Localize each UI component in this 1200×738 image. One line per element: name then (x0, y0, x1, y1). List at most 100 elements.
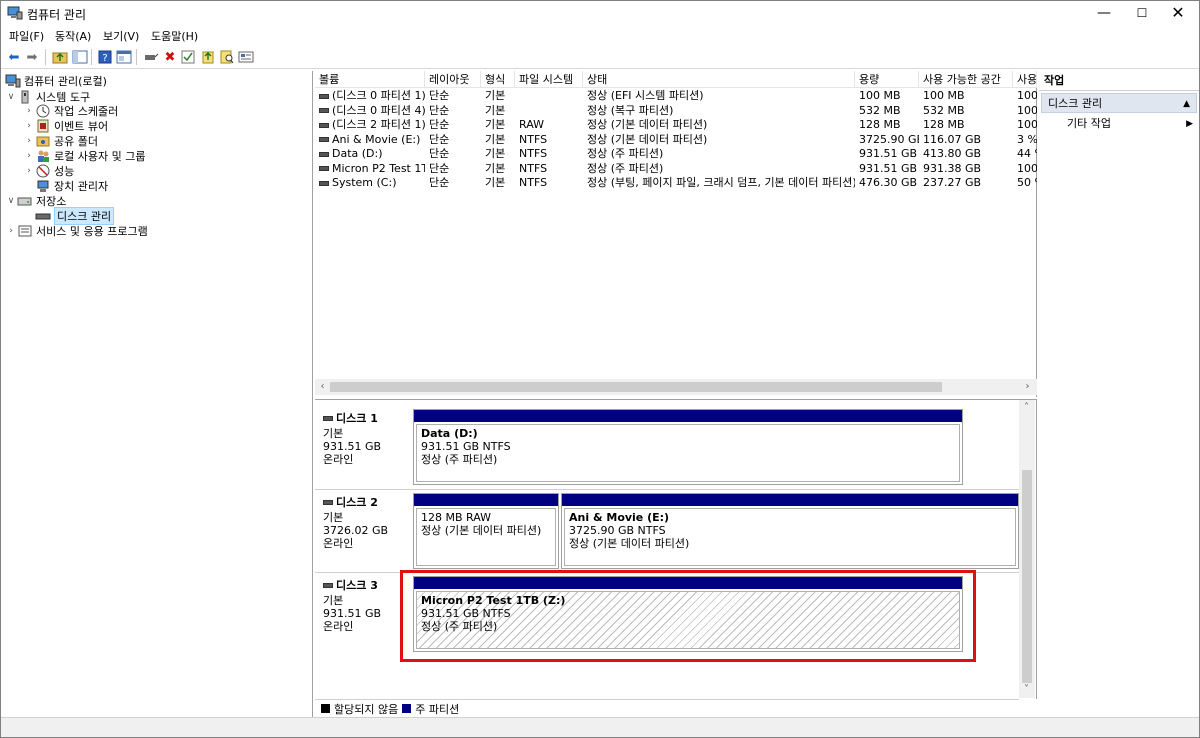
actions-more-label: 기타 작업 (1067, 117, 1111, 130)
cell-volume: (디스크 2 파티션 1) (315, 118, 425, 132)
actions-more[interactable]: 기타 작업 ▶ (1039, 115, 1199, 133)
tree-item-services[interactable]: › 서비스 및 응용 프로그램 (5, 223, 148, 239)
clock-icon (35, 104, 51, 118)
table-row[interactable]: System (C:) 단순 기본 NTFS 정상 (부팅, 페이지 파일, 크래시 덤… (315, 176, 1037, 190)
submenu-arrow-icon: ▶ (1186, 119, 1193, 129)
forward-arrow-icon[interactable]: ➡ (23, 48, 41, 66)
scrollbar-thumb[interactable] (330, 382, 942, 392)
column-header-filesystem[interactable]: 파일 시스템 (515, 71, 583, 88)
computer-management-icon (5, 74, 21, 88)
cell-layout: 단순 (429, 176, 450, 189)
export-icon[interactable] (199, 48, 217, 66)
cell-layout: 단순 (429, 161, 450, 175)
table-row[interactable]: (디스크 0 파티션 4) 단순 기본 정상 (복구 파티션) 532 MB 532 MB… (315, 104, 1037, 118)
scroll-up-icon[interactable]: ˄ (1019, 400, 1034, 416)
chevron-down-icon[interactable]: ∨ (5, 92, 17, 102)
back-arrow-icon[interactable]: ⬅ (5, 48, 23, 66)
disk-row-1[interactable]: 디스크 1 기본 931.51 GB 온라인 Data (D:) 931.51 … (315, 406, 1021, 488)
tree-item-root[interactable]: 컴퓨터 관리(로컬) (5, 73, 107, 89)
column-header-volume[interactable]: 볼륨 (315, 71, 425, 88)
storage-icon (17, 194, 33, 208)
chevron-right-icon[interactable]: › (23, 106, 35, 116)
chevron-right-icon[interactable]: › (23, 151, 35, 161)
cell-capacity: 931.51 GB (859, 147, 918, 160)
cell-type: 기본 (485, 118, 506, 131)
partition-ani-movie-e[interactable]: Ani & Movie (E:) 3725.90 GB NTFS 정상 (기본 … (561, 493, 1019, 569)
scroll-right-icon[interactable]: › (1020, 379, 1035, 395)
table-row[interactable]: (디스크 2 파티션 1) 단순 기본 RAW 정상 (기본 데이터 파티션) 128 M… (315, 118, 1037, 132)
column-header-percent-free[interactable]: 사용 (1013, 71, 1037, 88)
menu-action[interactable]: 동작(A) (55, 28, 91, 44)
performance-icon (35, 164, 51, 178)
column-header-free-space[interactable]: 사용 가능한 공간 (919, 71, 1013, 88)
table-row[interactable]: Micron P2 Test 1T... 단순 기본 NTFS 정상 (주 파티션) 93… (315, 162, 1037, 176)
tree-item-disk-management[interactable]: 디스크 관리 (35, 207, 115, 225)
cell-free-space: 237.27 GB (923, 176, 982, 189)
partition-status: 정상 (기본 데이터 파티션) (569, 537, 690, 550)
cell-capacity: 931.51 GB (859, 161, 918, 175)
disk-icon (323, 500, 333, 505)
computer-management-icon (7, 6, 23, 20)
properties-icon[interactable] (115, 48, 133, 66)
partition-body[interactable]: Ani & Movie (E:) 3725.90 GB NTFS 정상 (기본 … (564, 508, 1016, 566)
partition-body[interactable]: Data (D:) 931.51 GB NTFS 정상 (주 파티션) (416, 424, 960, 482)
connect-icon[interactable] (142, 48, 160, 66)
disk-info[interactable]: 디스크 1 기본 931.51 GB 온라인 (315, 412, 411, 466)
partition-raw[interactable]: 128 MB RAW 정상 (기본 데이터 파티션) (413, 493, 559, 569)
partition-body[interactable]: 128 MB RAW 정상 (기본 데이터 파티션) (416, 508, 556, 566)
partition-bar (562, 494, 1018, 506)
scroll-down-icon[interactable]: ˅ (1019, 682, 1034, 698)
horizontal-scrollbar[interactable]: ‹ › (315, 379, 1037, 395)
disk-info[interactable]: 디스크 2 기본 3726.02 GB 온라인 (315, 496, 411, 550)
partition-bar (414, 494, 558, 506)
menu-file[interactable]: 파일(F) (9, 28, 44, 44)
table-row[interactable]: (디스크 0 파티션 1) 단순 기본 정상 (EFI 시스템 파티션) 100 MB 1… (315, 89, 1037, 103)
disk-row-2[interactable]: 디스크 2 기본 3726.02 GB 온라인 128 MB RAW 정상 (기… (315, 489, 1021, 571)
partition-data-d[interactable]: Data (D:) 931.51 GB NTFS 정상 (주 파티션) (413, 409, 963, 485)
menu-view[interactable]: 보기(V) (103, 28, 139, 44)
delete-icon[interactable]: ✖ (161, 48, 179, 66)
partition-status: 정상 (주 파티션) (421, 453, 498, 466)
tree-label: 이벤트 뷰어 (54, 120, 109, 133)
tree-item-event-viewer[interactable]: › 이벤트 뷰어 (23, 118, 108, 134)
check-icon[interactable] (179, 48, 197, 66)
cell-volume: Ani & Movie (E:) (315, 133, 425, 147)
scroll-left-icon[interactable]: ‹ (315, 379, 330, 395)
search-icon[interactable] (218, 48, 236, 66)
table-row[interactable]: Data (D:) 단순 기본 NTFS 정상 (주 파티션) 931.51 GB 413.… (315, 147, 1037, 161)
chevron-right-icon[interactable]: › (23, 166, 35, 176)
column-header-status[interactable]: 상태 (583, 71, 855, 88)
disk-info[interactable]: 디스크 3 기본 931.51 GB 온라인 (315, 579, 411, 633)
chevron-down-icon[interactable]: ∨ (5, 196, 17, 206)
tree-label: 성능 (54, 165, 75, 178)
chevron-right-icon[interactable]: › (5, 226, 17, 236)
column-header-type[interactable]: 형식 (481, 71, 515, 88)
chevron-right-icon[interactable]: › (23, 121, 35, 131)
collapse-up-icon[interactable]: ▲ (1183, 94, 1190, 114)
tree-item-local-users[interactable]: › 로컬 사용자 및 그룹 (23, 148, 145, 164)
tree-item-performance[interactable]: › 성능 (23, 163, 74, 179)
tree-item-shared-folders[interactable]: › 공유 폴더 (23, 133, 98, 149)
scrollbar-thumb[interactable] (1022, 470, 1032, 683)
tree-item-device-manager[interactable]: 장치 관리자 (35, 178, 108, 194)
column-header-capacity[interactable]: 용량 (855, 71, 919, 88)
cell-type: 기본 (485, 132, 506, 146)
chevron-right-icon[interactable]: › (23, 136, 35, 146)
up-folder-icon[interactable] (51, 48, 69, 66)
help-icon[interactable]: ? (96, 48, 114, 66)
table-row[interactable]: Ani & Movie (E:) 단순 기본 NTFS 정상 (기본 데이터 파티션) 3… (315, 133, 1037, 147)
cell-volume: (디스크 0 파티션 4) (315, 104, 425, 118)
settings-icon[interactable] (237, 48, 255, 66)
legend-swatch-primary (402, 704, 412, 713)
vertical-scrollbar[interactable]: ˄ ˅ (1019, 400, 1035, 698)
tree-item-task-scheduler[interactable]: › 작업 스케줄러 (23, 103, 118, 119)
menu-help[interactable]: 도움말(H) (151, 28, 198, 44)
close-button[interactable]: ✕ (1155, 1, 1200, 25)
actions-section-disk-management[interactable]: 디스크 관리 ▲ (1041, 93, 1197, 113)
tree-label: 장치 관리자 (54, 180, 109, 193)
disk-status: 온라인 (323, 620, 354, 633)
column-header-layout[interactable]: 레이아웃 (425, 71, 481, 88)
cell-capacity: 128 MB (859, 118, 901, 131)
show-hide-tree-icon[interactable] (71, 48, 89, 66)
cell-percent-free: 44 % (1017, 147, 1037, 160)
